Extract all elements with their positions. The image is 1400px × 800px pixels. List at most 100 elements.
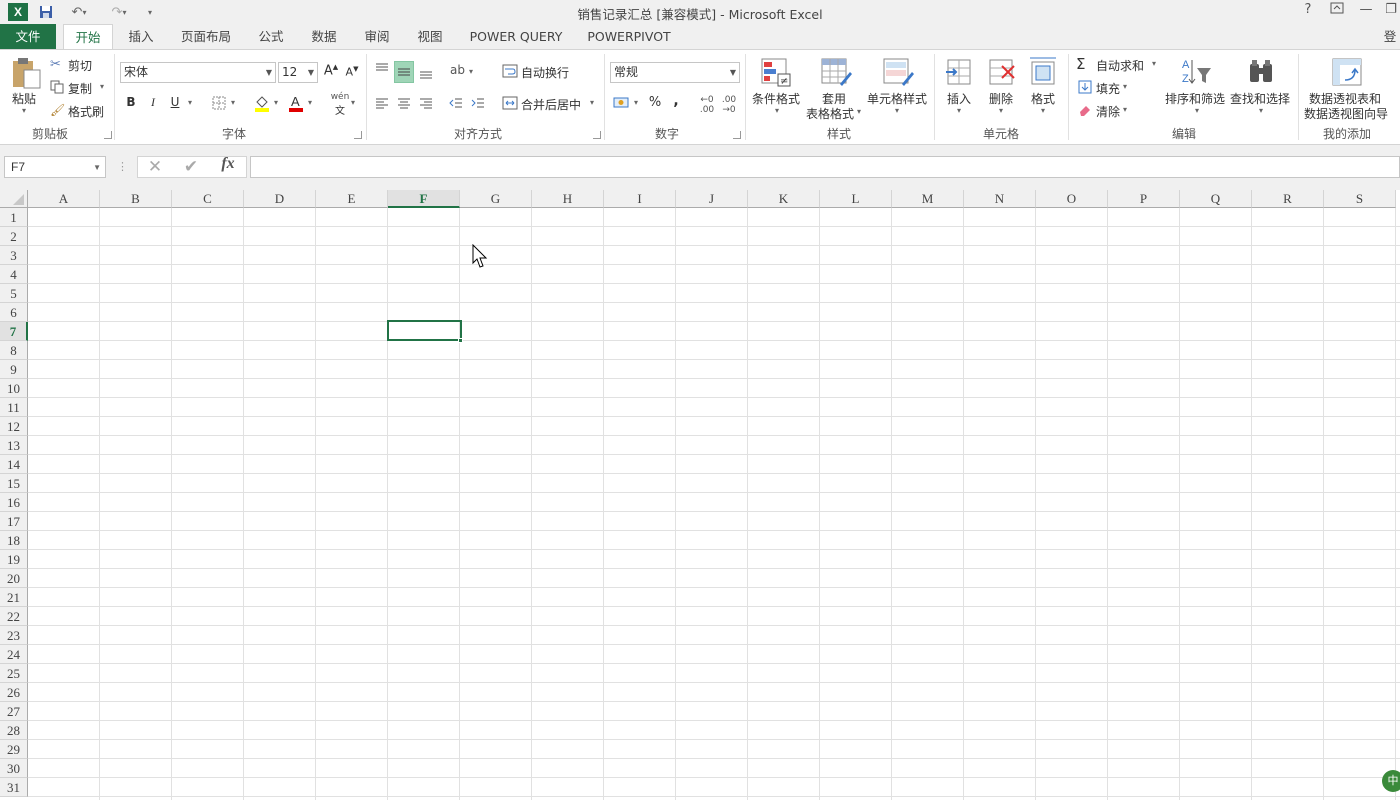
ime-indicator[interactable]: 中 <box>1382 770 1400 792</box>
minimize-button[interactable]: — <box>1355 2 1377 22</box>
orientation-icon[interactable]: ab <box>450 63 466 79</box>
row-header-13[interactable]: 13 <box>0 436 28 455</box>
orientation-dropdown-icon[interactable]: ▾ <box>469 67 473 76</box>
font-color-dropdown-icon[interactable]: ▾ <box>308 98 312 107</box>
sign-in-link[interactable]: 登 <box>1380 24 1400 50</box>
row-header-15[interactable]: 15 <box>0 474 28 493</box>
help-button[interactable]: ? <box>1297 2 1319 22</box>
row-header-22[interactable]: 22 <box>0 607 28 626</box>
font-name-combo[interactable]: 宋体 ▼ <box>120 62 276 83</box>
row-header-21[interactable]: 21 <box>0 588 28 607</box>
underline-button[interactable]: U <box>168 95 182 109</box>
cancel-icon[interactable]: ✕ <box>144 157 166 177</box>
borders-icon[interactable] <box>212 96 226 110</box>
enter-icon[interactable]: ✔ <box>180 157 202 177</box>
row-header-28[interactable]: 28 <box>0 721 28 740</box>
delete-cells-button[interactable]: 删除 <box>989 90 1013 107</box>
active-cell-selection[interactable] <box>387 320 462 341</box>
column-header-f[interactable]: F <box>388 190 460 208</box>
sort-filter-button[interactable]: 排序和筛选 <box>1165 90 1225 107</box>
column-header-j[interactable]: J <box>676 190 748 208</box>
copy-button[interactable]: 复制 <box>68 80 92 97</box>
tab-view[interactable]: 视图 <box>410 24 450 50</box>
row-header-18[interactable]: 18 <box>0 531 28 550</box>
autosum-button[interactable]: 自动求和 <box>1096 57 1144 74</box>
insert-cells-button[interactable]: 插入 <box>947 90 971 107</box>
column-header-c[interactable]: C <box>172 190 244 208</box>
column-header-m[interactable]: M <box>892 190 964 208</box>
formula-bar-splitter-icon[interactable]: ⋮ <box>117 160 128 173</box>
find-select-button[interactable]: 查找和选择 <box>1230 90 1290 107</box>
row-header-31[interactable]: 31 <box>0 778 28 797</box>
fill-color-dropdown-icon[interactable]: ▾ <box>274 98 278 107</box>
row-header-6[interactable]: 6 <box>0 303 28 322</box>
column-header-a[interactable]: A <box>28 190 100 208</box>
row-header-16[interactable]: 16 <box>0 493 28 512</box>
column-header-l[interactable]: L <box>820 190 892 208</box>
insert-dropdown-icon[interactable]: ▾ <box>957 106 961 115</box>
ribbon-display-options-icon[interactable] <box>1326 2 1348 22</box>
row-header-26[interactable]: 26 <box>0 683 28 702</box>
align-top-icon[interactable] <box>374 62 390 76</box>
accounting-dropdown-icon[interactable]: ▾ <box>634 98 638 107</box>
format-dropdown-icon[interactable]: ▾ <box>1041 106 1045 115</box>
row-header-30[interactable]: 30 <box>0 759 28 778</box>
cell-styles-button[interactable]: 单元格样式 <box>867 90 927 107</box>
paste-button[interactable]: 粘贴 <box>12 90 36 107</box>
conditional-dropdown-icon[interactable]: ▾ <box>775 106 779 115</box>
format-as-table-button[interactable]: 表格格式 <box>806 105 854 122</box>
find-select-dropdown-icon[interactable]: ▾ <box>1259 106 1263 115</box>
align-left-icon[interactable] <box>374 96 390 110</box>
row-header-27[interactable]: 27 <box>0 702 28 721</box>
decrease-decimal-icon[interactable]: .00 →0 <box>720 95 738 115</box>
clear-button[interactable]: 清除 <box>1096 103 1120 120</box>
insert-function-button[interactable]: fx <box>216 155 240 177</box>
number-format-combo[interactable]: 常规 ▼ <box>610 62 740 83</box>
row-header-9[interactable]: 9 <box>0 360 28 379</box>
column-header-o[interactable]: O <box>1036 190 1108 208</box>
row-header-12[interactable]: 12 <box>0 417 28 436</box>
increase-decimal-icon[interactable]: ←0.00 <box>698 95 716 115</box>
worksheet-grid[interactable] <box>0 190 1400 800</box>
row-header-19[interactable]: 19 <box>0 550 28 569</box>
row-header-7[interactable]: 7 <box>0 322 28 341</box>
underline-dropdown-icon[interactable]: ▾ <box>188 98 192 107</box>
paste-dropdown-icon[interactable]: ▾ <box>22 106 26 115</box>
decrease-indent-icon[interactable] <box>448 96 464 110</box>
number-launcher-icon[interactable] <box>733 131 741 139</box>
row-header-23[interactable]: 23 <box>0 626 28 645</box>
tab-data[interactable]: 数据 <box>304 24 344 50</box>
select-all-button[interactable] <box>0 190 28 208</box>
comma-style-button[interactable]: , <box>670 93 682 109</box>
column-header-q[interactable]: Q <box>1180 190 1252 208</box>
autosum-dropdown-icon[interactable]: ▾ <box>1152 59 1156 68</box>
fill-dropdown-icon[interactable]: ▾ <box>1123 82 1127 91</box>
align-middle-icon[interactable] <box>394 61 414 83</box>
row-header-1[interactable]: 1 <box>0 208 28 227</box>
formula-input[interactable] <box>250 156 1400 178</box>
row-header-4[interactable]: 4 <box>0 265 28 284</box>
copy-dropdown-icon[interactable]: ▾ <box>100 82 104 91</box>
column-header-n[interactable]: N <box>964 190 1036 208</box>
tab-file[interactable]: 文件 <box>0 24 56 50</box>
delete-dropdown-icon[interactable]: ▾ <box>999 106 1003 115</box>
tab-formulas[interactable]: 公式 <box>251 24 291 50</box>
column-header-r[interactable]: R <box>1252 190 1324 208</box>
format-painter-button[interactable]: 格式刷 <box>68 103 104 120</box>
alignment-launcher-icon[interactable] <box>593 131 601 139</box>
increase-indent-icon[interactable] <box>470 96 486 110</box>
sort-filter-dropdown-icon[interactable]: ▾ <box>1195 106 1199 115</box>
column-header-g[interactable]: G <box>460 190 532 208</box>
align-center-icon[interactable] <box>396 96 412 110</box>
decrease-font-size-icon[interactable]: A▼ <box>344 65 360 79</box>
font-launcher-icon[interactable] <box>354 131 362 139</box>
row-header-11[interactable]: 11 <box>0 398 28 417</box>
tab-powerpivot[interactable]: POWERPIVOT <box>582 24 676 50</box>
pivot-wizard-button[interactable]: 数据透视图向导 <box>1304 105 1388 122</box>
column-header-d[interactable]: D <box>244 190 316 208</box>
row-header-10[interactable]: 10 <box>0 379 28 398</box>
conditional-formatting-button[interactable]: 条件格式 <box>752 90 800 107</box>
clear-dropdown-icon[interactable]: ▾ <box>1123 105 1127 114</box>
phonetic-dropdown-icon[interactable]: ▾ <box>351 98 355 107</box>
tab-home[interactable]: 开始 <box>63 24 113 50</box>
